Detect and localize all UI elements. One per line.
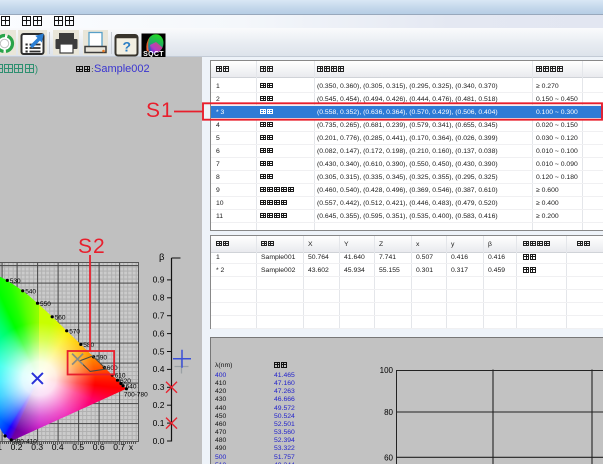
svg-text:100: 100 [380,366,394,375]
svg-text:?: ? [123,39,132,55]
svg-text:80: 80 [384,408,393,417]
svg-text:60: 60 [384,454,393,463]
